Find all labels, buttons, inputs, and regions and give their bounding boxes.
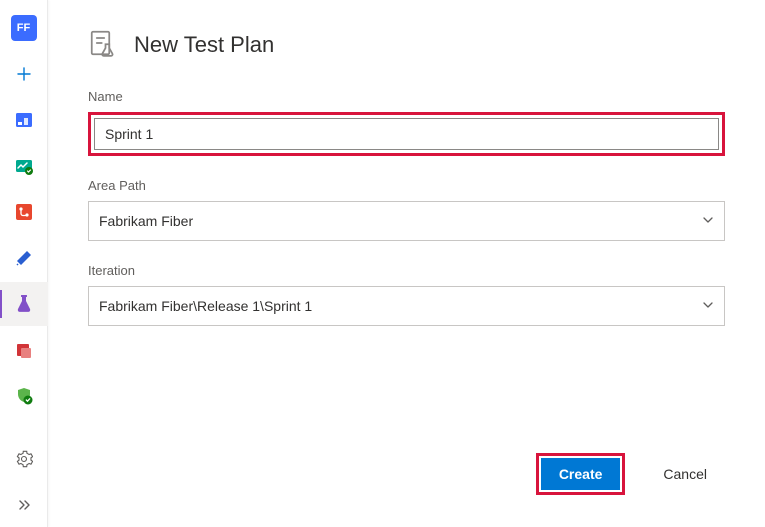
sidebar-settings[interactable] [0,437,48,481]
field-iteration: Iteration Fabrikam Fiber\Release 1\Sprin… [88,263,725,326]
iteration-value: Fabrikam Fiber\Release 1\Sprint 1 [99,298,312,314]
sidebar-item-pipelines[interactable] [0,236,48,280]
iteration-label: Iteration [88,263,725,278]
project-logo: FF [11,15,37,41]
chevron-down-icon [702,298,714,314]
test-plan-header-icon [88,28,118,61]
page-header: New Test Plan [88,28,725,61]
field-name: Name [88,89,725,156]
area-path-label: Area Path [88,178,725,193]
sidebar-item-boards[interactable] [0,98,48,142]
sidebar-expand[interactable] [0,483,48,527]
boards-icon [12,108,36,132]
shield-icon [12,384,36,408]
sidebar-item-repos[interactable] [0,190,48,234]
sidebar-add[interactable] [0,52,48,96]
sidebar-project[interactable]: FF [0,6,48,50]
chevron-down-icon [702,213,714,229]
area-path-value: Fabrikam Fiber [99,213,193,229]
test-plans-icon [12,292,36,316]
dashboard-icon [12,154,36,178]
create-highlight: Create [536,453,626,495]
field-area-path: Area Path Fabrikam Fiber [88,178,725,241]
name-label: Name [88,89,725,104]
sidebar-item-compliance[interactable] [0,374,48,418]
cancel-button[interactable]: Cancel [645,458,725,490]
dialog-footer: Create Cancel [88,433,725,495]
name-input[interactable] [94,118,719,150]
sidebar-item-artifacts[interactable] [0,328,48,372]
sidebar-item-test-plans[interactable] [0,282,48,326]
chevron-double-right-icon [12,493,36,517]
sidebar-item-dashboards[interactable] [0,144,48,188]
plus-icon [12,62,36,86]
main-content: New Test Plan Name Area Path Fabrikam Fi… [48,0,765,527]
area-path-dropdown[interactable]: Fabrikam Fiber [88,201,725,241]
name-highlight [88,112,725,156]
iteration-dropdown[interactable]: Fabrikam Fiber\Release 1\Sprint 1 [88,286,725,326]
create-button[interactable]: Create [541,458,621,490]
sidebar: FF [0,0,48,527]
pipelines-icon [12,246,36,270]
page-title: New Test Plan [134,32,274,58]
gear-icon [12,447,36,471]
repos-icon [12,200,36,224]
artifacts-icon [12,338,36,362]
